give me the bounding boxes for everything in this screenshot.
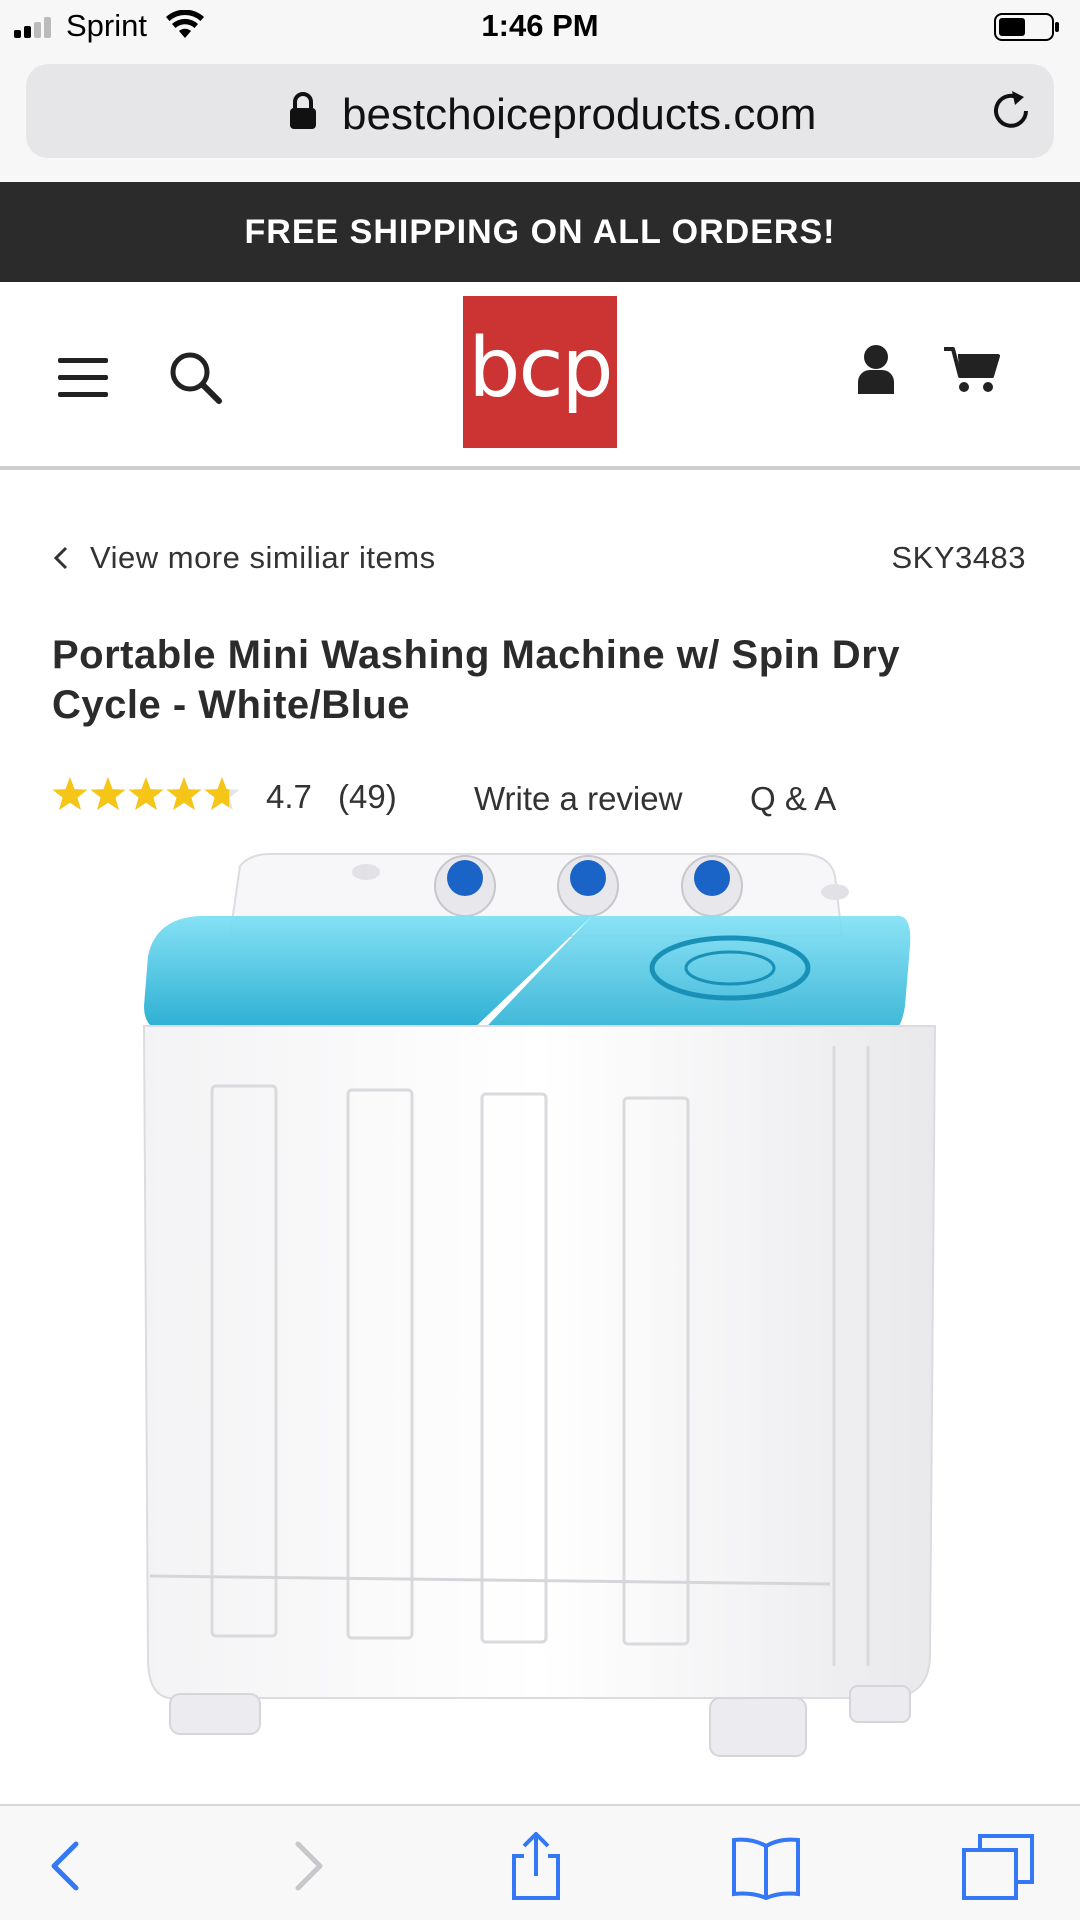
view-similar-items-label[interactable]: View more similiar items xyxy=(90,540,436,576)
bookmarks-icon[interactable] xyxy=(726,1832,806,1900)
review-count[interactable]: (49) xyxy=(338,778,397,816)
tabs-icon[interactable] xyxy=(958,1832,1038,1900)
chevron-left-icon xyxy=(53,546,68,570)
forward-arrow-icon[interactable] xyxy=(266,1832,346,1900)
url-text[interactable]: bestchoiceproducts.com xyxy=(342,90,816,140)
status-bar: Sprint 1:46 PM xyxy=(0,0,1080,54)
lock-icon xyxy=(290,92,316,129)
site-header: bcp xyxy=(0,282,1080,470)
logo-text: bcp xyxy=(468,320,613,416)
user-account-icon[interactable] xyxy=(856,344,896,394)
status-time: 1:46 PM xyxy=(481,8,599,43)
share-icon[interactable] xyxy=(496,1832,576,1900)
promo-banner: FREE SHIPPING ON ALL ORDERS! xyxy=(0,182,1080,282)
browser-address-area: bestchoiceproducts.com xyxy=(0,54,1080,182)
reload-icon[interactable] xyxy=(988,88,1034,134)
promo-text: FREE SHIPPING ON ALL ORDERS! xyxy=(244,212,836,251)
battery-icon xyxy=(994,13,1059,41)
write-review-link[interactable]: Write a review xyxy=(474,780,682,818)
browser-toolbar xyxy=(0,1804,1080,1920)
rating-row: 4.7 (49) Write a review Q & A xyxy=(52,772,1052,822)
back-arrow-icon[interactable] xyxy=(28,1832,108,1900)
address-bar[interactable]: bestchoiceproducts.com xyxy=(26,64,1054,158)
rating-value: 4.7 xyxy=(266,778,312,815)
product-sku: SKY3483 xyxy=(891,540,1026,575)
product-title: Portable Mini Washing Machine w/ Spin Dr… xyxy=(52,633,900,727)
qa-link[interactable]: Q & A xyxy=(750,780,836,818)
view-similar-items-link[interactable]: View more similiar items xyxy=(52,540,436,576)
bcp-logo[interactable]: bcp xyxy=(463,296,617,448)
product-image[interactable] xyxy=(130,846,950,1806)
cart-icon[interactable] xyxy=(944,346,1000,394)
hamburger-menu-icon[interactable] xyxy=(58,356,108,400)
search-icon[interactable] xyxy=(168,350,222,404)
star-rating-icon[interactable] xyxy=(52,776,242,816)
